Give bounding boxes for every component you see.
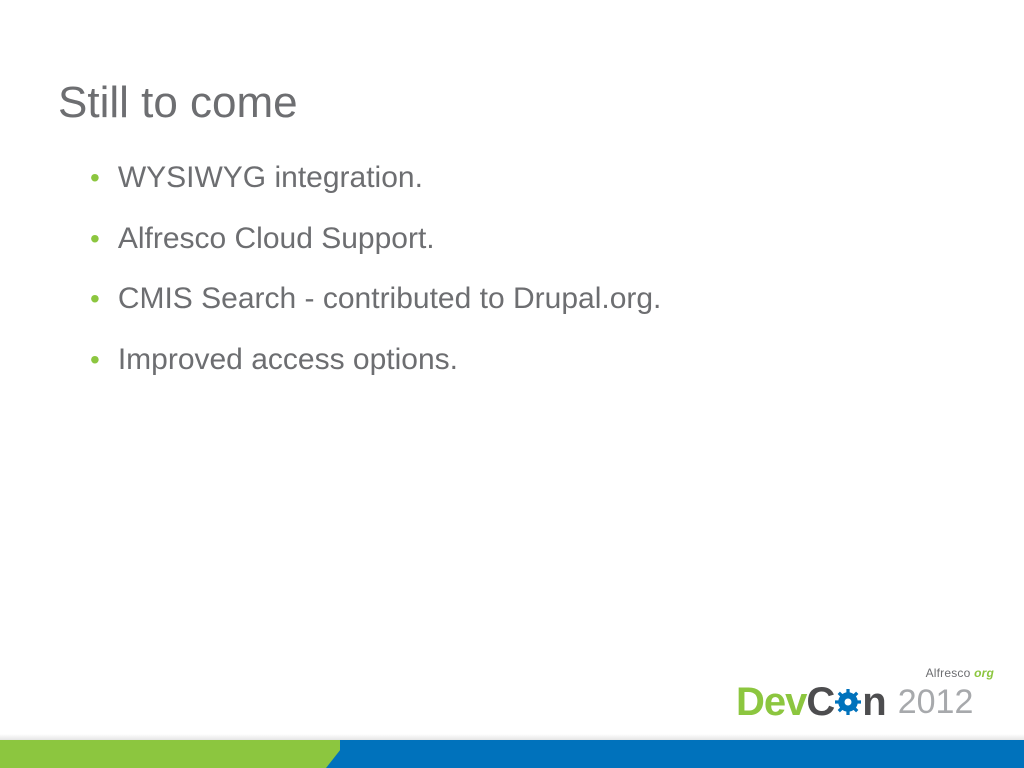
bullet-icon: • bbox=[90, 346, 100, 374]
footer-bar bbox=[0, 716, 1024, 768]
bullet-icon: • bbox=[90, 285, 100, 313]
stripe-green bbox=[0, 740, 340, 768]
stripe-blue bbox=[340, 740, 1024, 768]
bullet-text: CMIS Search - contributed to Drupal.org. bbox=[118, 279, 662, 320]
slide: Still to come • WYSIWYG integration. • A… bbox=[0, 0, 1024, 768]
footer-stripes bbox=[0, 740, 1024, 768]
brand-prefix: Alfresco bbox=[926, 666, 971, 680]
bullet-text: Improved access options. bbox=[118, 340, 458, 381]
brand-suffix: org bbox=[971, 666, 994, 680]
brand-small-text: Alfresco org bbox=[926, 666, 994, 680]
list-item: • Alfresco Cloud Support. bbox=[90, 219, 964, 260]
list-item: • CMIS Search - contributed to Drupal.or… bbox=[90, 279, 964, 320]
stripe-diagonal bbox=[326, 740, 348, 768]
bullet-icon: • bbox=[90, 164, 100, 192]
bullet-icon: • bbox=[90, 225, 100, 253]
slide-content: • WYSIWYG integration. • Alfresco Cloud … bbox=[90, 158, 964, 400]
slide-title: Still to come bbox=[58, 78, 298, 128]
list-item: • WYSIWYG integration. bbox=[90, 158, 964, 199]
bullet-text: Alfresco Cloud Support. bbox=[118, 219, 435, 260]
list-item: • Improved access options. bbox=[90, 340, 964, 381]
bullet-text: WYSIWYG integration. bbox=[118, 158, 423, 199]
